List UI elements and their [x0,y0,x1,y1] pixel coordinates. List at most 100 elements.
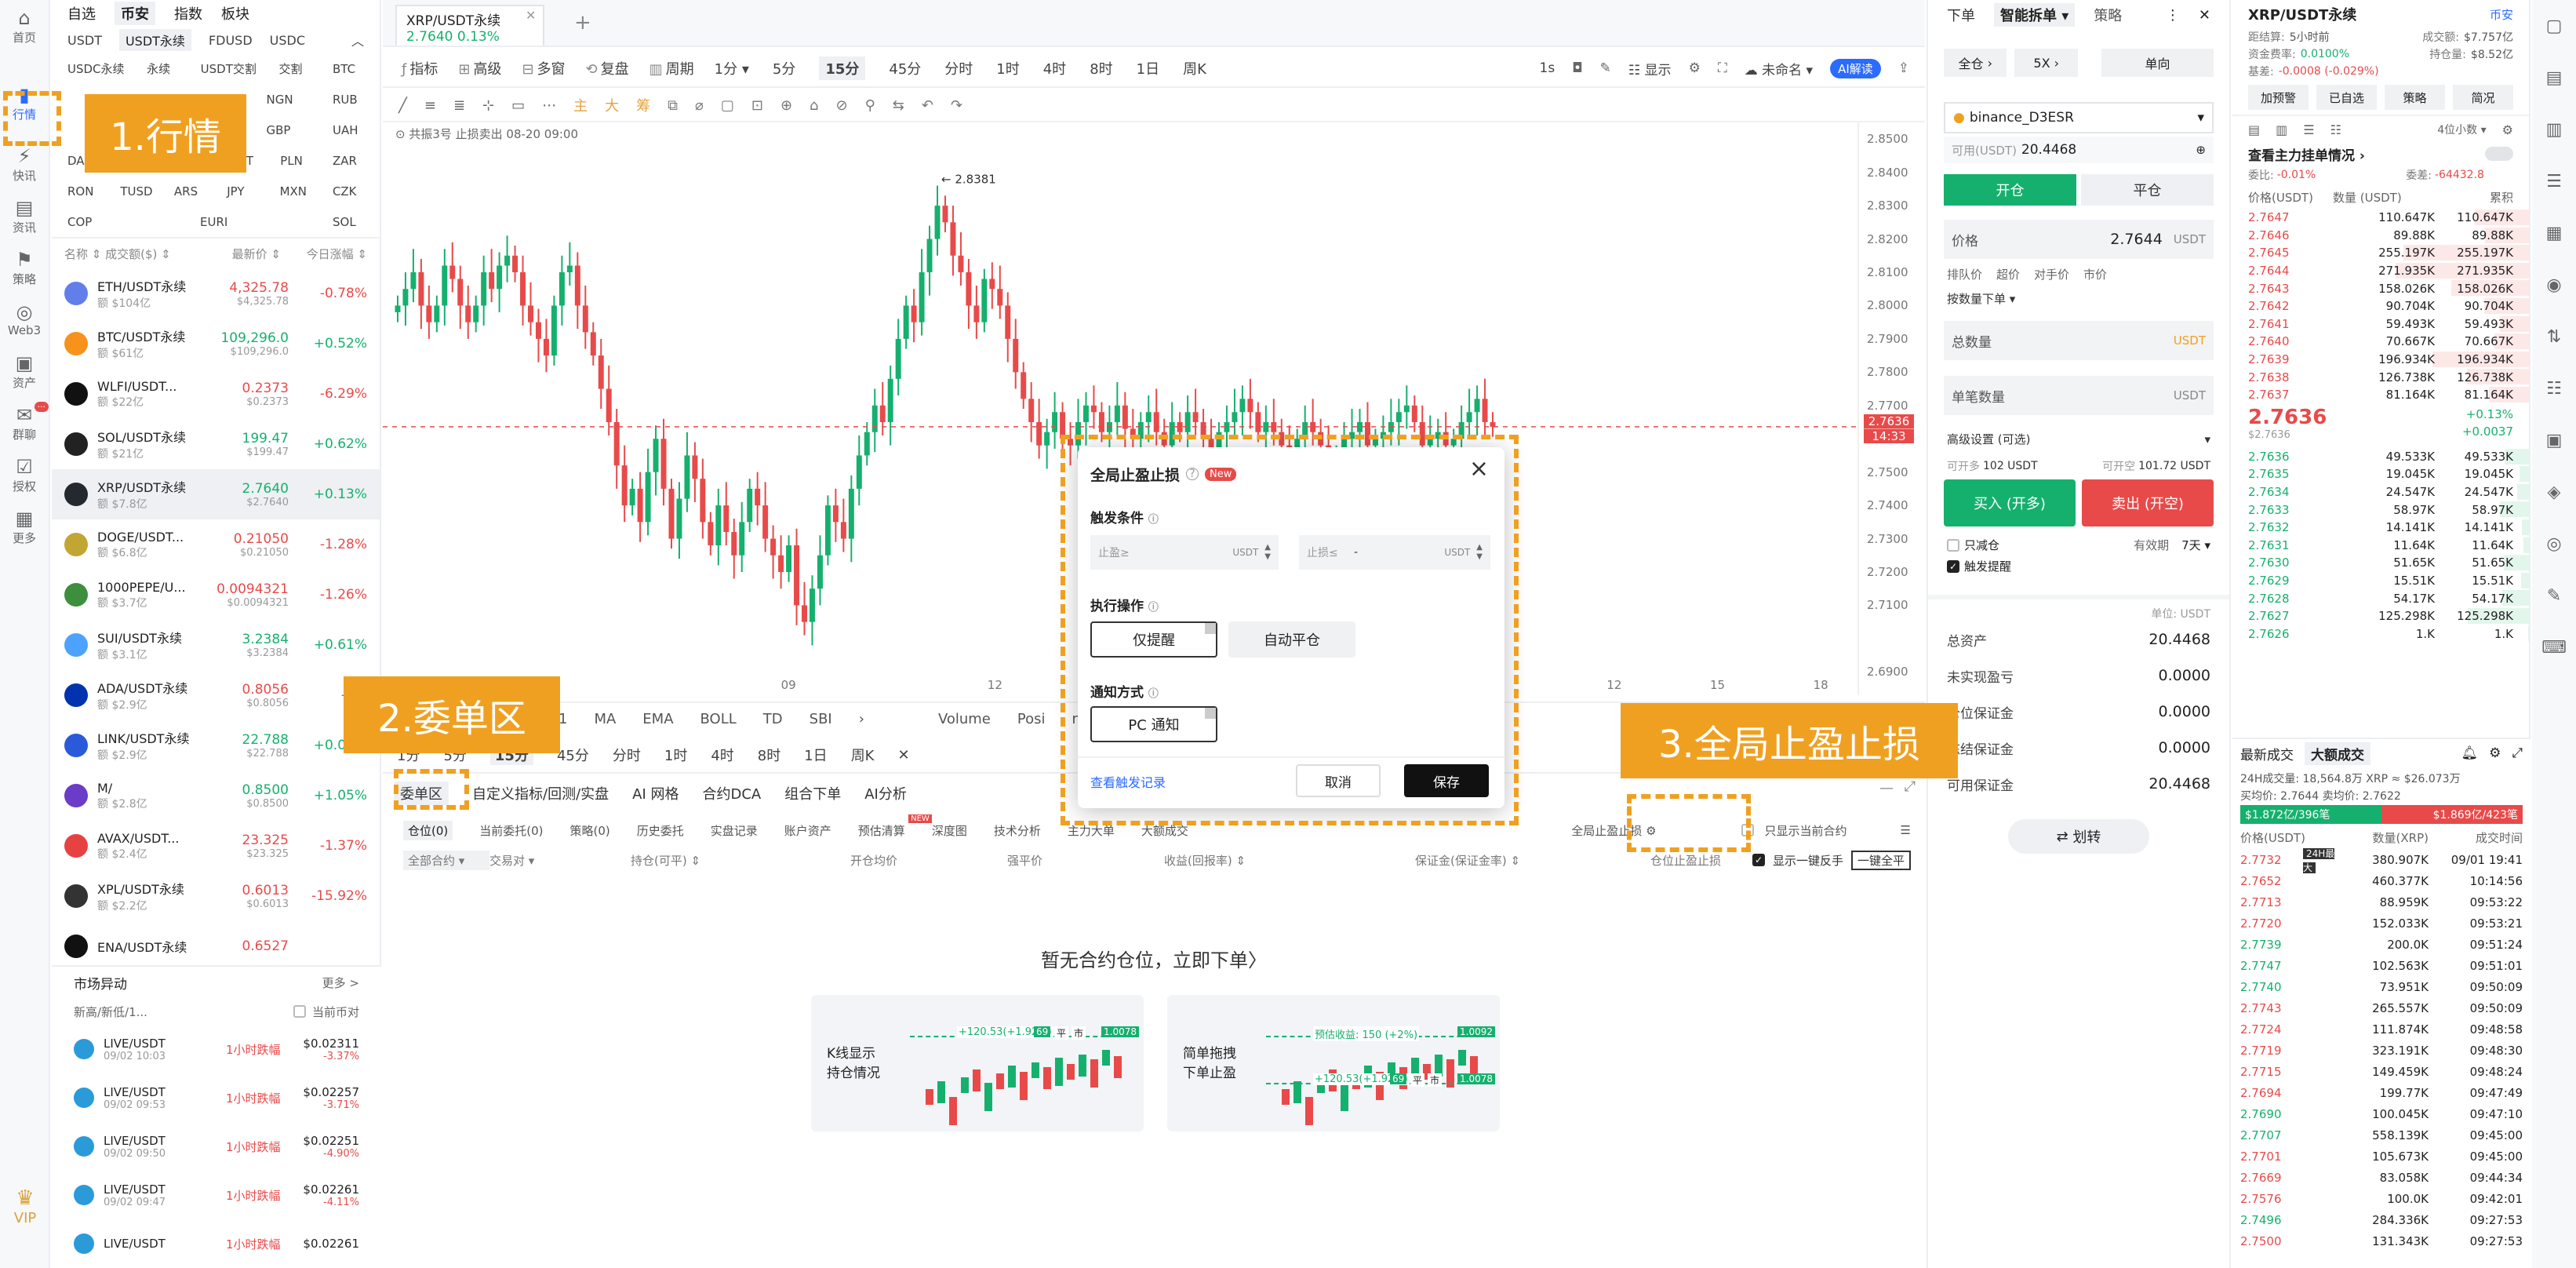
bottom-period-6[interactable]: 4时 [711,745,733,765]
coin-filter[interactable]: RUB [333,93,364,107]
list-icon[interactable]: ☰ [1901,823,1911,837]
coin-filter[interactable]: USDC永续 [67,60,125,77]
margin-mode-select[interactable]: 全仓 › [1944,49,2007,77]
open-tab[interactable]: 开仓 [1944,174,2076,206]
coin-filter[interactable]: UAH [333,123,364,137]
promo-card-2[interactable]: 简单拖拽 下单止盈 +120.53(+1.92%) 69 平市 1.0078 预估收益: … [1167,995,1500,1131]
camera-icon[interactable]: ◘ [1572,60,1582,76]
toolbar-8[interactable]: 45分 [889,58,921,78]
add-funds-icon[interactable]: ⊕ [2196,143,2206,157]
toolbar-10[interactable]: 1时 [996,58,1019,78]
ask-row[interactable]: 2.7640 70.667K 70.667K [2232,333,2529,351]
coin-filter[interactable]: EURI [200,215,231,229]
coin-filter[interactable]: COP [67,215,99,229]
layout-icon-2[interactable]: ▥ [2276,122,2287,137]
tab-large-trades[interactable]: 大额成交 [2305,741,2370,765]
draw-tool-2[interactable]: ≣ [453,97,465,114]
layout-icon-4[interactable]: ☷ [2330,122,2341,137]
edit-tool-0[interactable]: ⧉ [668,97,678,114]
mover-row[interactable]: LIVE/USDT 09/02 09:53 1小时跌幅 $0.02257 -3.71% [52,1073,381,1122]
toolbar-14[interactable]: 周K [1183,58,1206,78]
trades-col-0[interactable]: 价格(USDT) [2240,829,2327,846]
order-subtab-3[interactable]: 历史委托 [637,822,684,839]
order-col-6[interactable]: 保证金(保证金率) ⇕ [1415,852,1650,869]
order-col-0[interactable]: 全部合约 ▾ [403,850,489,870]
indicator-shortcut-0[interactable]: 主 [573,95,588,115]
ask-row[interactable]: 2.7638 126.738K 126.738K [2232,368,2529,386]
col-name[interactable]: 名称 ⇕ 成交额($) ⇕ [64,246,202,262]
bottom-period-9[interactable]: 周K [851,745,875,765]
transfer-button[interactable]: ⇄ 划转 [2008,819,2149,854]
market-row[interactable]: 1000PEPE/U... 额 $3.7亿 0.0094321 $0.0094321-… [52,570,380,620]
total-qty-input[interactable]: 总数量 USDT [1944,321,2214,360]
leverage-select[interactable]: 5X › [2014,49,2078,77]
bottom-period-10[interactable]: ✕ [898,747,910,763]
draw-tool-3[interactable]: ⊹ [482,97,494,114]
nav-wallet[interactable]: ▣ 资产 [0,345,49,397]
market-subtab-1[interactable]: USDT永续 [118,29,191,51]
movers-more-link[interactable]: 更多 > [322,975,359,991]
toolbar-6[interactable]: 5分 [773,58,795,78]
market-tab-3[interactable]: 板块 [221,3,249,24]
add-tab-button[interactable]: + [574,11,591,35]
reverse-checkbox[interactable]: ✓ [1752,854,1765,866]
edit-tool-3[interactable]: ⊡ [751,97,763,114]
side-tool-icon-2[interactable]: ▥ [2532,104,2576,155]
order-col-3[interactable]: 开仓均价 [850,852,1007,869]
edit-tool-1[interactable]: ⌀ [695,97,704,114]
indicator-tab-2[interactable]: BOLL [700,711,737,727]
coin-filter[interactable]: NGN [267,93,298,107]
indicator-tab-4[interactable]: SBI [810,711,832,727]
nav-chat[interactable]: ✉ 群聊 ··· [0,397,49,449]
coin-filter[interactable]: GBP [267,123,298,137]
market-row[interactable]: WLFI/USDT... 额 $22亿 0.2373 $0.2373 -6.29% [52,369,380,419]
book-link[interactable]: 币安 [2490,6,2513,23]
edit-tool-9[interactable]: ↶ [922,97,933,114]
bid-row[interactable]: 2.7632 14.141K 14.141K [2232,519,2529,537]
settings-icon[interactable]: ⚙ [1689,60,1701,76]
edit-tool-6[interactable]: ⊘ [835,97,847,114]
toolbar-13[interactable]: 1日 [1137,58,1159,78]
toolbar-9[interactable]: 分时 [944,58,973,78]
draw-tool-0[interactable]: ╱ [398,97,407,114]
close-icon[interactable]: ✕ [2199,7,2210,24]
symbol-tab[interactable]: XRP/USDT永续 2.7640 0.13% [395,5,544,46]
bottom-period-8[interactable]: 1日 [804,745,827,765]
trades-expand-icon[interactable]: ⤢ [2512,745,2523,761]
market-subtab-0[interactable]: USDT [67,33,102,48]
coin-filter[interactable]: ZAR [333,154,364,168]
indicator-shortcut-1[interactable]: 大 [605,95,619,115]
price-option-1[interactable]: 超价 [1996,266,2020,282]
bid-row[interactable]: 2.7634 24.547K 24.547K [2232,483,2529,501]
indicator-tab-3[interactable]: TD [763,711,783,727]
edit-tool-8[interactable]: ⇆ [893,97,904,114]
order-subtab-1[interactable]: 当前委托(0) [479,822,543,839]
side-tool-icon-1[interactable]: ▤ [2532,52,2576,104]
toolbar-7[interactable]: 15分 [819,56,866,80]
book-btn-1[interactable]: 已自选 [2316,85,2377,110]
interval-1s[interactable]: 1s [1540,60,1555,76]
edit-tool-2[interactable]: ▢ [721,97,734,114]
order-col-1[interactable]: 交易对 ▾ [489,852,631,869]
coin-filter[interactable]: 交割 [278,60,310,77]
ask-row[interactable]: 2.7645 255.197K 255.197K [2232,244,2529,262]
coin-filter[interactable]: PLN [280,154,311,168]
side-tool-icon-3[interactable]: ☰ [2532,155,2576,207]
expand-icon[interactable]: ⤢ [1905,778,1916,795]
bid-row[interactable]: 2.7633 58.97K 58.97K [2232,501,2529,519]
market-row[interactable]: M/额 $2.8亿 0.8500 $0.8500 +1.05% [52,771,380,821]
bid-row[interactable]: 2.7630 51.65K 51.65K [2232,554,2529,572]
price-input[interactable]: 价格 2.7644 USDT [1944,220,2214,259]
coin-filter[interactable]: SOL [333,215,364,229]
order-subtab-0[interactable]: 仓位(0) [403,820,453,840]
order-subtab-6[interactable]: 预估清算 NEW [858,814,932,839]
side-tool-icon-8[interactable]: ▣ [2532,414,2576,466]
side-tool-icon-4[interactable]: ▦ [2532,207,2576,259]
ask-row[interactable]: 2.7641 59.493K 59.493K [2232,315,2529,333]
market-row[interactable]: SUI/USDT永续额 $3.1亿 3.2384 $3.2384 +0.61% [52,620,380,670]
coin-filter[interactable]: 永续 [147,60,178,77]
fullscreen-icon[interactable]: ⛶ [1718,60,1727,76]
indicator-shortcut-2[interactable]: 筹 [636,95,650,115]
order-subtab-5[interactable]: 账户资产 [784,822,831,839]
toolbar-12[interactable]: 8时 [1090,58,1112,78]
